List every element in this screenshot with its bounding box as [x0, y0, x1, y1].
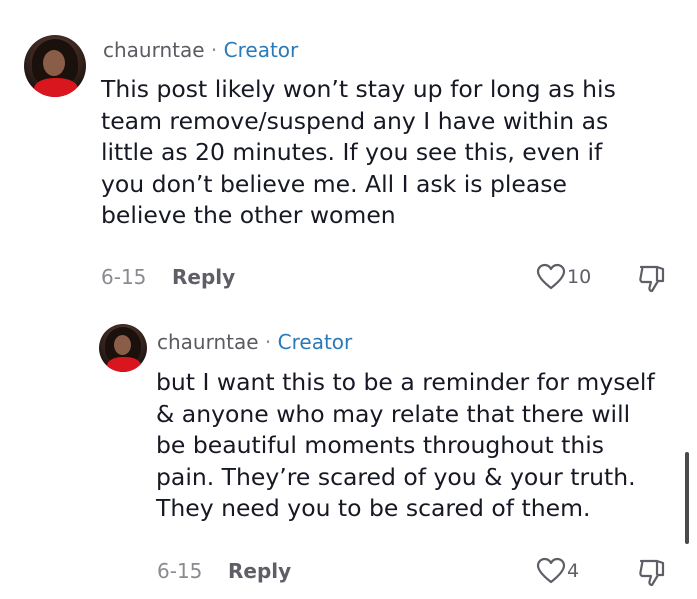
reply-button[interactable]: Reply: [228, 559, 291, 583]
creator-badge: Creator: [223, 38, 299, 62]
separator-dot: ·: [210, 38, 218, 62]
avatar[interactable]: [99, 324, 147, 372]
scrollbar[interactable]: [685, 452, 689, 544]
dislike-button[interactable]: [637, 264, 667, 298]
comment-text-line: little as 20 minutes. If you see this, e…: [101, 138, 603, 166]
like-button[interactable]: 10: [536, 263, 591, 290]
comment-text-line: They need you to be scared of them.: [156, 494, 591, 522]
comment-text-line: believe the other women: [101, 201, 396, 229]
comment-date: 6-15: [157, 559, 203, 583]
reply-comment: chaurntae · Creator but I want this to b…: [0, 300, 697, 599]
thumbs-down-outline-icon: [639, 559, 665, 587]
comment-text-line: This post likely won’t stay up for long …: [101, 75, 616, 103]
avatar[interactable]: [24, 35, 86, 97]
like-button[interactable]: 4: [536, 557, 579, 584]
username[interactable]: chaurntae: [103, 38, 205, 62]
username[interactable]: chaurntae: [157, 330, 259, 354]
creator-badge: Creator: [277, 330, 353, 354]
heart-outline-icon: [536, 263, 566, 290]
comment-text-line: team remove/suspend any I have within as: [101, 106, 609, 135]
reply-button[interactable]: Reply: [172, 265, 235, 289]
dislike-button[interactable]: [637, 558, 667, 592]
comment-meta: 6-15: [101, 265, 146, 289]
comment-header: chaurntae · Creator: [103, 38, 298, 62]
thumbs-down-outline-icon: [639, 265, 665, 293]
comment-text: but I want this to be a reminder for mys…: [156, 367, 655, 525]
comment-text-line: but I want this to be a reminder for mys…: [156, 368, 655, 396]
heart-outline-icon: [536, 557, 566, 584]
like-count: 10: [567, 265, 592, 288]
comment-text: This post likely won’t stay up for long …: [101, 74, 616, 232]
comment-date: 6-15: [101, 265, 147, 289]
comment-text-line: pain. They’re scared of you & your truth…: [156, 462, 636, 491]
comment-text-line: you don’t believe me. All I ask is pleas…: [101, 169, 567, 198]
comment-meta: 6-15: [157, 559, 202, 583]
like-count: 4: [567, 559, 580, 582]
comment-text-line: & anyone who may relate that there will: [156, 399, 631, 428]
separator-dot: ·: [264, 330, 272, 354]
comment-text-line: be beautiful moments throughout this: [156, 431, 605, 459]
comment: chaurntae · Creator This post likely won…: [0, 0, 697, 300]
comment-header: chaurntae · Creator: [157, 330, 352, 354]
